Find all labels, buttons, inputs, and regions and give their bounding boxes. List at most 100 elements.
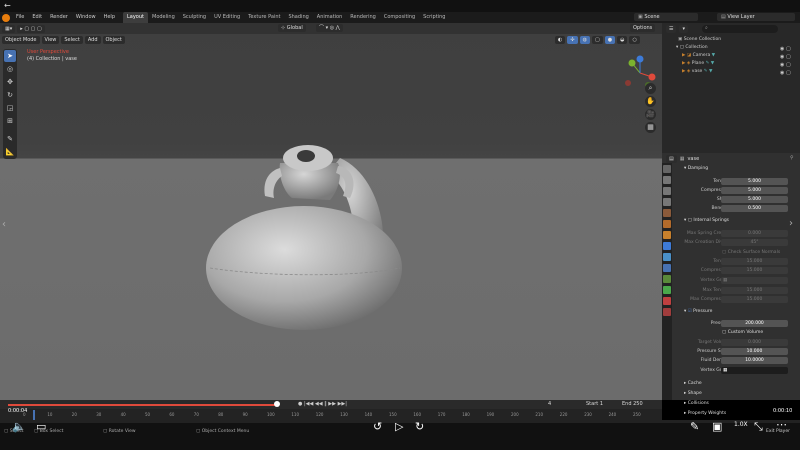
tab-rendering[interactable]: Rendering	[346, 12, 380, 23]
scrub-handle[interactable]	[274, 401, 280, 407]
view-layer-selector[interactable]: ▤ View Layer	[717, 13, 795, 21]
perspective-toggle-icon[interactable]: ▦	[645, 122, 656, 133]
volume-icon[interactable]: 🔈	[12, 420, 26, 433]
rendered-shading-icon[interactable]: ○	[629, 36, 640, 44]
max-creation-field[interactable]: 45°	[721, 239, 788, 246]
is-tension-field[interactable]: 15.000	[721, 258, 788, 265]
menu-view[interactable]: View	[41, 36, 60, 44]
snap-buttons[interactable]: ⌒ ▾ ◎ ⋀	[316, 24, 343, 32]
menu-window[interactable]: Window	[72, 12, 100, 23]
shape-section[interactable]: ▸ Shape	[684, 390, 702, 398]
max-compression-field[interactable]: 15.000	[721, 296, 788, 303]
damping-section-header[interactable]: ▾ Damping	[684, 165, 708, 173]
menu-object[interactable]: Object	[102, 36, 125, 44]
picture-in-picture-icon[interactable]: ▣	[712, 420, 722, 433]
playback-controls[interactable]: ● |◀◀ ◀◀ ‖ ▶▶ ▶▶|	[298, 401, 347, 407]
cache-section[interactable]: ▸ Cache	[684, 380, 702, 388]
property-weights-section[interactable]: ▸ Property Weights	[684, 410, 726, 418]
speed-button[interactable]: 1.0X	[734, 421, 748, 428]
outliner-item-plane[interactable]: ▶ ◈ Plane ✎ ▼	[682, 61, 714, 66]
exit-player-icon[interactable]: ⤡	[754, 420, 763, 434]
outliner-search-input[interactable]: ⌕	[702, 25, 778, 33]
tab-sculpting[interactable]: Sculpting	[179, 12, 210, 23]
select-box-tool-icon[interactable]: ➤	[4, 50, 16, 62]
tab-shading[interactable]: Shading	[284, 12, 312, 23]
zoom-icon[interactable]: ⌕	[645, 83, 656, 94]
outliner-editor-icon[interactable]: ☰	[666, 25, 677, 33]
fluid-density-field[interactable]: 10.0000	[721, 357, 788, 364]
xray-icon[interactable]: ▢	[591, 36, 603, 44]
solid-shading-icon[interactable]: ●	[604, 36, 616, 44]
tab-compositing[interactable]: Compositing	[380, 12, 419, 23]
subtitles-icon[interactable]: ▭	[36, 420, 46, 433]
current-frame-field[interactable]: 4	[548, 401, 551, 407]
pan-hand-icon[interactable]: ✋	[645, 96, 656, 107]
tab-modeling[interactable]: Modeling	[148, 12, 179, 23]
material-shading-icon[interactable]: ◒	[617, 36, 628, 44]
check-surface-normals-checkbox[interactable]: ▢ Check Surface Normals	[722, 249, 780, 257]
play-icon[interactable]: ▷	[395, 420, 403, 433]
menu-render[interactable]: Render	[46, 12, 72, 23]
collection-row[interactable]: ▾ ▢ Collection	[676, 45, 708, 50]
outliner-item-vase[interactable]: ▶ ◈ vase ✎ ▼	[682, 69, 712, 74]
internal-springs-header[interactable]: ▾ ▢ Internal Springs	[684, 217, 729, 225]
custom-volume-checkbox[interactable]: ▢ Custom Volume	[722, 329, 763, 337]
tab-layout[interactable]: Layout	[123, 12, 148, 23]
pressure-scale-field[interactable]: 10.000	[721, 348, 788, 355]
rewind-icon[interactable]: ↺	[373, 420, 382, 433]
pen-icon[interactable]: ✎	[690, 420, 699, 433]
target-volume-field[interactable]: 0.000	[721, 339, 788, 346]
compression-field[interactable]: 5.000	[721, 187, 788, 194]
outliner-item-camera[interactable]: ▶ ◪ Camera ▼	[682, 53, 715, 58]
scene-selector[interactable]: ▣ Scene	[634, 13, 698, 21]
pressure-field[interactable]: 200.000	[721, 320, 788, 327]
menu-select[interactable]: Select	[61, 36, 83, 44]
move-tool-icon[interactable]: ✥	[4, 76, 16, 88]
vertex-group-2-field[interactable]: ▦	[721, 367, 788, 374]
orientation-dropdown[interactable]: ⊹ Global	[278, 24, 306, 32]
tension-field[interactable]: 5.000	[721, 178, 788, 185]
menu-file[interactable]: File	[12, 12, 28, 23]
max-spring-field[interactable]: 0.000	[721, 230, 788, 237]
scene-collection-label[interactable]: ▣ Scene Collection	[678, 37, 721, 42]
vertex-group-field[interactable]: ▦	[721, 277, 788, 284]
texture-tab-icon[interactable]	[663, 308, 671, 316]
tool-tab-icon[interactable]	[663, 165, 671, 173]
annotate-tool-icon[interactable]: ✎	[4, 133, 16, 145]
visibility-icon[interactable]: ◐	[555, 36, 566, 44]
bending-field[interactable]: 0.500	[721, 205, 788, 212]
eye-icon[interactable]: ◉ ▢	[780, 69, 791, 77]
eye-icon[interactable]: ◉ ▢	[780, 45, 791, 53]
properties-editor-icon[interactable]: ▤	[666, 155, 677, 163]
end-frame-field[interactable]: End 250	[622, 401, 643, 407]
eye-icon[interactable]: ◉ ▢	[780, 61, 791, 69]
menu-add[interactable]: Add	[84, 36, 101, 44]
pin-icon[interactable]: ⚲	[790, 155, 794, 161]
tab-scripting[interactable]: Scripting	[419, 12, 449, 23]
start-frame-field[interactable]: Start 1	[586, 401, 603, 407]
more-icon[interactable]: ⋯	[776, 418, 787, 431]
tab-uv-editing[interactable]: UV Editing	[210, 12, 244, 23]
filter-icon[interactable]: ▾	[679, 25, 688, 33]
menu-edit[interactable]: Edit	[28, 12, 46, 23]
transform-tool-icon[interactable]: ⊞	[4, 115, 16, 127]
gizmo-icon[interactable]: ✣	[567, 36, 578, 44]
frame-ruler[interactable]: 0 10 20 30 40 50 60 70 80 90 100 110 120 130 140 150 160…	[23, 412, 641, 418]
options-dropdown[interactable]: Options	[630, 24, 656, 32]
forward-icon[interactable]: ↻	[415, 420, 424, 433]
object-mode-dropdown[interactable]: Object Mode	[2, 36, 40, 44]
is-compression-field[interactable]: 15.000	[721, 267, 788, 274]
camera-view-icon[interactable]: 🎥	[645, 109, 656, 120]
editor-type-button[interactable]: ▦▾	[2, 24, 16, 33]
pressure-section-header[interactable]: ▾ ☑ Pressure	[684, 308, 712, 316]
overlay-icon[interactable]: ◍	[579, 36, 590, 44]
max-tension-field[interactable]: 15.000	[721, 287, 788, 294]
3d-viewport[interactable]: ▦▾ ▸ ▢ ▢ ▢ Object Mode View Select Add O…	[0, 23, 662, 400]
menu-help[interactable]: Help	[100, 12, 119, 23]
shear-field[interactable]: 5.000	[721, 196, 788, 203]
eye-icon[interactable]: ◉ ▢	[780, 53, 791, 61]
world-tab-icon[interactable]	[663, 220, 671, 228]
select-mode-buttons[interactable]: ▸ ▢ ▢ ▢	[17, 24, 45, 33]
next-arrow-icon[interactable]: ›	[789, 218, 793, 229]
cursor-tool-icon[interactable]: ◎	[4, 63, 16, 75]
